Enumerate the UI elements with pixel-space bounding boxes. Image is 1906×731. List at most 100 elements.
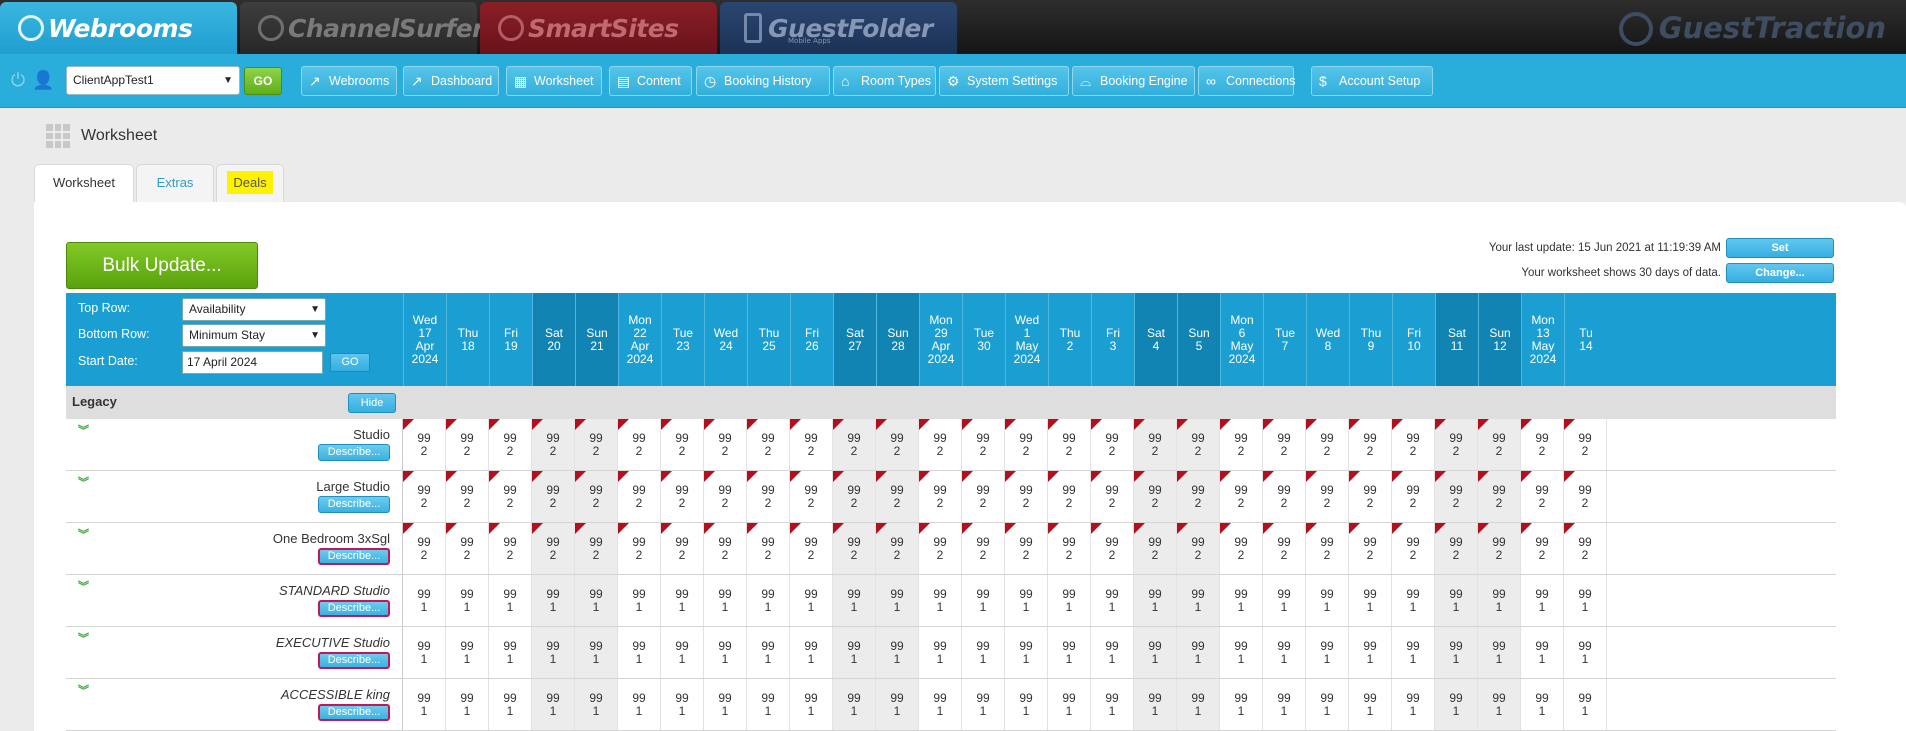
- rate-cell[interactable]: 99 2: [1005, 523, 1048, 574]
- rate-cell[interactable]: 99 2: [403, 471, 446, 522]
- describe-button[interactable]: Describe...: [318, 548, 390, 565]
- rate-cell[interactable]: 99 2: [1349, 471, 1392, 522]
- rate-cell[interactable]: 99 1: [1263, 679, 1306, 730]
- rate-cell[interactable]: 99 2: [704, 419, 747, 470]
- rate-cell[interactable]: 99 2: [618, 523, 661, 574]
- rate-cell[interactable]: 99 1: [876, 627, 919, 678]
- rate-cell[interactable]: 99 2: [489, 523, 532, 574]
- nav-button-webrooms[interactable]: ↗ Webrooms: [301, 66, 397, 96]
- rate-cell[interactable]: 99 1: [962, 679, 1005, 730]
- rate-cell[interactable]: 99 1: [1306, 575, 1349, 626]
- rate-cell[interactable]: 99 1: [833, 575, 876, 626]
- rate-cell[interactable]: 99 1: [1521, 575, 1564, 626]
- rate-cell[interactable]: 99 1: [1349, 679, 1392, 730]
- rate-cell[interactable]: 99 2: [1349, 523, 1392, 574]
- rate-cell[interactable]: 99 1: [1263, 575, 1306, 626]
- rate-cell[interactable]: 99 1: [790, 627, 833, 678]
- top-row-select[interactable]: Availability ▼: [182, 298, 326, 321]
- rate-cell[interactable]: 99 2: [1435, 419, 1478, 470]
- rate-cell[interactable]: 99 1: [1435, 679, 1478, 730]
- brand-tab-smartsites[interactable]: SmartSites: [480, 2, 717, 54]
- rate-cell[interactable]: 99 2: [790, 471, 833, 522]
- rate-cell[interactable]: 99 1: [1392, 627, 1435, 678]
- rate-cell[interactable]: 99 2: [1177, 523, 1220, 574]
- rate-cell[interactable]: 99 2: [1435, 471, 1478, 522]
- rate-cell[interactable]: 99 1: [1048, 575, 1091, 626]
- nav-button-connections[interactable]: ∞ Connections: [1198, 66, 1296, 96]
- rate-cell[interactable]: 99 2: [1564, 523, 1607, 574]
- describe-button[interactable]: Describe...: [318, 444, 390, 461]
- rate-cell[interactable]: 99 2: [446, 523, 489, 574]
- rate-cell[interactable]: 99 1: [1478, 627, 1521, 678]
- rate-cell[interactable]: 99 1: [489, 679, 532, 730]
- change-days-button[interactable]: Change...: [1726, 263, 1834, 283]
- rate-cell[interactable]: 99 1: [403, 575, 446, 626]
- rate-cell[interactable]: 99 2: [1306, 523, 1349, 574]
- rate-cell[interactable]: 99 1: [1134, 575, 1177, 626]
- rate-cell[interactable]: 99 1: [833, 627, 876, 678]
- rate-cell[interactable]: 99 2: [618, 471, 661, 522]
- nav-button-room-types[interactable]: ⌂ Room Types: [833, 66, 936, 96]
- rate-cell[interactable]: 99 1: [704, 679, 747, 730]
- rate-cell[interactable]: 99 2: [403, 419, 446, 470]
- brand-tab-guestfolder[interactable]: GuestFolder Mobile Apps: [720, 2, 957, 54]
- rate-cell[interactable]: 99 2: [1134, 523, 1177, 574]
- rate-cell[interactable]: 99 2: [1091, 523, 1134, 574]
- rate-cell[interactable]: 99 1: [1564, 627, 1607, 678]
- rate-cell[interactable]: 99 1: [446, 575, 489, 626]
- tab-extras[interactable]: Extras: [136, 164, 214, 202]
- expand-chevron-icon[interactable]: ︾: [78, 478, 90, 491]
- rate-cell[interactable]: 99 1: [618, 679, 661, 730]
- rate-cell[interactable]: 99 1: [575, 575, 618, 626]
- nav-button-system-settings[interactable]: ⚙ System Settings: [939, 66, 1069, 96]
- rate-cell[interactable]: 99 2: [919, 419, 962, 470]
- rate-cell[interactable]: 99 1: [1048, 627, 1091, 678]
- rate-cell[interactable]: 99 2: [833, 419, 876, 470]
- describe-button[interactable]: Describe...: [318, 496, 390, 513]
- rate-cell[interactable]: 99 2: [1220, 523, 1263, 574]
- rate-cell[interactable]: 99 1: [1005, 679, 1048, 730]
- rate-cell[interactable]: 99 1: [747, 627, 790, 678]
- rate-cell[interactable]: 99 2: [747, 419, 790, 470]
- rate-cell[interactable]: 99 2: [962, 471, 1005, 522]
- rate-cell[interactable]: 99 2: [1134, 471, 1177, 522]
- rate-cell[interactable]: 99 2: [1349, 419, 1392, 470]
- rate-cell[interactable]: 99 2: [1521, 419, 1564, 470]
- rate-cell[interactable]: 99 2: [876, 471, 919, 522]
- rate-cell[interactable]: 99 2: [790, 523, 833, 574]
- rate-cell[interactable]: 99 2: [1478, 523, 1521, 574]
- rate-cell[interactable]: 99 1: [1220, 575, 1263, 626]
- rate-cell[interactable]: 99 1: [446, 679, 489, 730]
- rate-cell[interactable]: 99 2: [1091, 471, 1134, 522]
- rate-cell[interactable]: 99 2: [1005, 419, 1048, 470]
- rate-cell[interactable]: 99 1: [1005, 627, 1048, 678]
- rate-cell[interactable]: 99 1: [489, 575, 532, 626]
- rate-cell[interactable]: 99 1: [1091, 627, 1134, 678]
- rate-cell[interactable]: 99 1: [1005, 575, 1048, 626]
- rate-cell[interactable]: 99 2: [1478, 419, 1521, 470]
- rate-cell[interactable]: 99 2: [403, 523, 446, 574]
- rate-cell[interactable]: 99 2: [1392, 523, 1435, 574]
- rate-cell[interactable]: 99 2: [575, 419, 618, 470]
- rate-cell[interactable]: 99 2: [618, 419, 661, 470]
- rate-cell[interactable]: 99 1: [1220, 679, 1263, 730]
- rate-cell[interactable]: 99 1: [1349, 627, 1392, 678]
- rate-cell[interactable]: 99 2: [747, 523, 790, 574]
- rate-cell[interactable]: 99 2: [489, 419, 532, 470]
- rate-cell[interactable]: 99 1: [532, 575, 575, 626]
- nav-button-worksheet[interactable]: ▦ Worksheet: [506, 66, 602, 96]
- user-icon[interactable]: 👤: [32, 69, 54, 91]
- rate-cell[interactable]: 99 1: [1478, 575, 1521, 626]
- client-select[interactable]: ClientAppTest1 ▼: [66, 66, 240, 95]
- rate-cell[interactable]: 99 2: [1392, 471, 1435, 522]
- rate-cell[interactable]: 99 2: [661, 523, 704, 574]
- rate-cell[interactable]: 99 1: [618, 575, 661, 626]
- rate-cell[interactable]: 99 1: [962, 627, 1005, 678]
- rate-cell[interactable]: 99 1: [661, 679, 704, 730]
- expand-chevron-icon[interactable]: ︾: [78, 582, 90, 595]
- describe-button[interactable]: Describe...: [318, 600, 390, 617]
- rate-cell[interactable]: 99 1: [876, 679, 919, 730]
- power-icon[interactable]: ⏻: [8, 69, 28, 91]
- rate-cell[interactable]: 99 2: [1306, 471, 1349, 522]
- rate-cell[interactable]: 99 1: [1263, 627, 1306, 678]
